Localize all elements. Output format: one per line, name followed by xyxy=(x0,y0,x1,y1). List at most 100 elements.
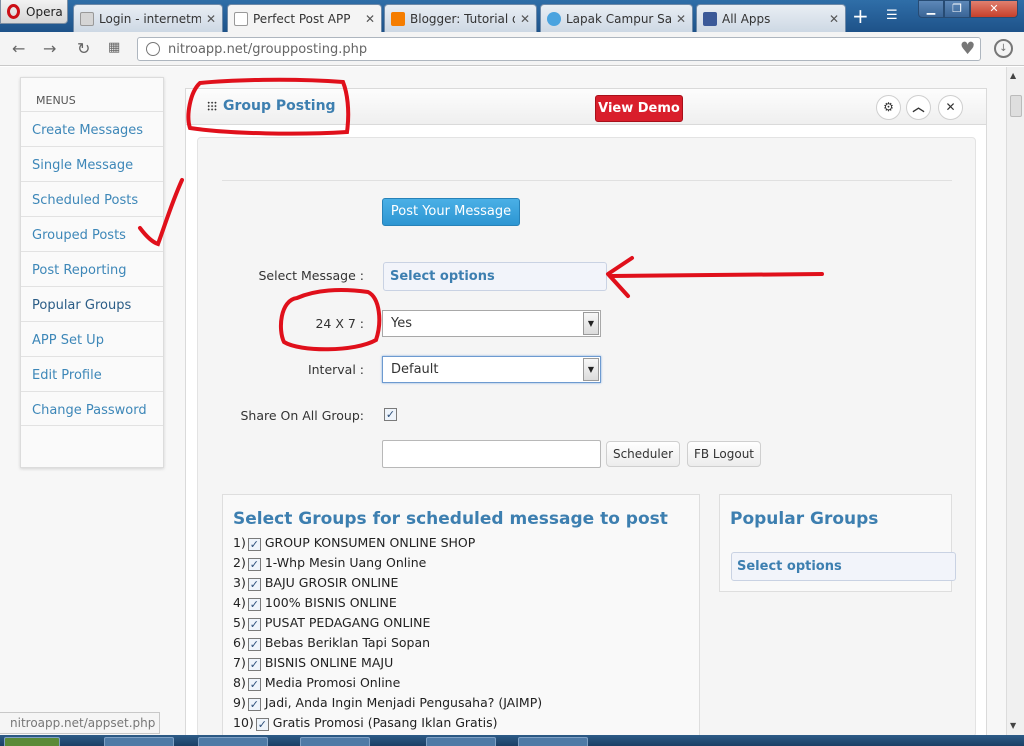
scroll-up-icon[interactable]: ▲ xyxy=(1010,71,1016,80)
group-name: 100% BISNIS ONLINE xyxy=(264,595,397,610)
post-your-message-button[interactable]: Post Your Message xyxy=(382,198,520,226)
taskbar-app[interactable] xyxy=(198,737,268,746)
schedule-24x7-label: 24 X 7 : xyxy=(315,316,364,331)
group-name: BISNIS ONLINE MAJU xyxy=(264,655,394,670)
share-all-checkbox[interactable]: ✓ xyxy=(384,408,397,421)
gear-icon[interactable]: ⚙ xyxy=(876,95,901,120)
address-bar: ← → ↻ ▦ nitroapp.net/groupposting.php ♥ … xyxy=(0,32,1024,66)
group-checkbox[interactable]: ✓ xyxy=(247,678,261,691)
taskbar-app[interactable] xyxy=(300,737,370,746)
collapse-icon[interactable]: ︿ xyxy=(906,95,931,120)
window-controls: ▁ ❐ ✕ xyxy=(918,0,1018,18)
speed-dial-icon[interactable]: ▦ xyxy=(108,40,120,55)
taskbar-app[interactable] xyxy=(426,737,496,746)
scroll-thumb[interactable] xyxy=(1010,95,1022,117)
group-checkbox[interactable]: ✓ xyxy=(247,598,261,611)
schedule-24x7-value: Yes xyxy=(391,316,412,331)
group-number: 5) xyxy=(233,615,246,630)
taskbar-app[interactable] xyxy=(518,737,588,746)
download-icon[interactable]: ↓ xyxy=(994,39,1013,58)
group-checkbox[interactable]: ✓ xyxy=(255,718,269,731)
view-demo-button[interactable]: View Demo xyxy=(595,95,683,122)
opera-menu-button[interactable]: Opera xyxy=(0,0,68,24)
start-button[interactable] xyxy=(4,737,60,746)
close-tab-icon[interactable]: ✕ xyxy=(829,12,839,26)
close-tab-icon[interactable]: ✕ xyxy=(206,12,216,26)
sidebar-item-app-setup[interactable]: APP Set Up xyxy=(21,321,163,356)
opera-logo-icon xyxy=(7,4,20,19)
browser-tab[interactable]: Lapak Campur Sari ✕ xyxy=(540,4,693,32)
group-list-item[interactable]: 1) ✓ GROUP KONSUMEN ONLINE SHOP xyxy=(233,535,475,555)
group-list-item[interactable]: 10) ✓ Gratis Promosi (Pasang Iklan Gratis) xyxy=(233,715,497,735)
schedule-time-input[interactable] xyxy=(382,440,601,468)
group-checkbox[interactable]: ✓ xyxy=(247,618,261,631)
share-all-label: Share On All Group: xyxy=(240,408,364,423)
group-checkbox[interactable]: ✓ xyxy=(247,638,261,651)
page-scrollbar[interactable]: ▲ ▼ xyxy=(1006,67,1024,735)
page-icon xyxy=(80,11,94,26)
group-list-item[interactable]: 4) ✓ 100% BISNIS ONLINE xyxy=(233,595,397,615)
interval-value: Default xyxy=(391,362,439,377)
sidebar-item-grouped-posts[interactable]: Grouped Posts xyxy=(21,216,163,251)
interval-select[interactable]: Default ▼ xyxy=(382,356,601,383)
close-icon[interactable]: ✕ xyxy=(938,95,963,120)
browser-tab-active[interactable]: Perfect Post APP ✕ xyxy=(227,4,382,33)
group-list-item[interactable]: 9) ✓ Jadi, Anda Ingin Menjadi Pengusaha? (… xyxy=(233,695,542,715)
close-window-icon[interactable]: ✕ xyxy=(970,0,1018,18)
group-name: Media Promosi Online xyxy=(264,675,401,690)
group-list-item[interactable]: 2) ✓ 1-Whp Mesin Uang Online xyxy=(233,555,426,575)
globe-icon xyxy=(146,42,160,56)
group-list-item[interactable]: 8) ✓ Media Promosi Online xyxy=(233,675,400,695)
sidebar-item-single-message[interactable]: Single Message xyxy=(21,146,163,181)
page-icon xyxy=(234,12,248,26)
group-name: Jadi, Anda Ingin Menjadi Pengusaha? (JAI… xyxy=(264,695,543,710)
group-checkbox[interactable]: ✓ xyxy=(247,558,261,571)
group-checkbox[interactable]: ✓ xyxy=(247,578,261,591)
group-name: Bebas Beriklan Tapi Sopan xyxy=(264,635,431,650)
scroll-down-icon[interactable]: ▼ xyxy=(1010,721,1016,730)
group-list-item[interactable]: 5) ✓ PUSAT PEDAGANG ONLINE xyxy=(233,615,430,635)
browser-tab[interactable]: Login - internetmar ✕ xyxy=(73,4,223,32)
browser-tab[interactable]: Blogger: Tutorial da ✕ xyxy=(384,4,537,32)
group-number: 3) xyxy=(233,575,246,590)
taskbar-app[interactable] xyxy=(104,737,174,746)
group-checkbox[interactable]: ✓ xyxy=(247,698,261,711)
sidebar-item-popular-groups[interactable]: Popular Groups xyxy=(21,286,163,321)
close-tab-icon[interactable]: ✕ xyxy=(365,12,375,26)
group-list-item[interactable]: 6) ✓ Bebas Beriklan Tapi Sopan xyxy=(233,635,430,655)
scheduler-button[interactable]: Scheduler xyxy=(606,441,680,467)
browser-tabstrip: Opera Login - internetmar ✕ Perfect Post… xyxy=(0,0,1024,33)
sidebar-item-change-password[interactable]: Change Password xyxy=(21,391,163,426)
reload-icon[interactable]: ↻ xyxy=(77,39,90,58)
new-tab-icon[interactable]: + xyxy=(852,6,869,26)
sidebar-item-edit-profile[interactable]: Edit Profile xyxy=(21,356,163,391)
sidebar-item-scheduled-posts[interactable]: Scheduled Posts xyxy=(21,181,163,216)
close-tab-icon[interactable]: ✕ xyxy=(520,12,530,26)
browser-tab[interactable]: All Apps ✕ xyxy=(696,4,846,32)
schedule-24x7-select[interactable]: Yes ▼ xyxy=(382,310,601,337)
popular-groups-title: Popular Groups xyxy=(730,509,879,529)
back-icon[interactable]: ← xyxy=(12,39,25,58)
minimize-icon[interactable]: ▁ xyxy=(918,0,944,18)
chevron-down-icon: ▼ xyxy=(583,358,599,381)
url-field[interactable]: nitroapp.net/groupposting.php ♥ xyxy=(137,37,981,61)
tab-menu-icon[interactable]: ☰ xyxy=(886,8,898,23)
url-text: nitroapp.net/groupposting.php xyxy=(168,42,368,57)
sidebar-item-post-reporting[interactable]: Post Reporting xyxy=(21,251,163,286)
sidebar-item-create-messages[interactable]: Create Messages xyxy=(21,111,163,146)
group-checkbox[interactable]: ✓ xyxy=(247,658,261,671)
fb-logout-button[interactable]: FB Logout xyxy=(687,441,761,467)
groups-box-title: Select Groups for scheduled message to p… xyxy=(233,509,668,529)
group-checkbox[interactable]: ✓ xyxy=(247,538,261,551)
tab-title: Login - internetmar xyxy=(99,11,201,26)
select-message-dropdown[interactable]: Select options xyxy=(383,262,607,291)
heart-icon[interactable]: ♥ xyxy=(960,39,975,59)
popular-groups-dropdown[interactable]: Select options xyxy=(731,552,956,581)
group-list-item[interactable]: 3) ✓ BAJU GROSIR ONLINE xyxy=(233,575,398,595)
maximize-icon[interactable]: ❐ xyxy=(944,0,970,18)
group-list-item[interactable]: 7) ✓ BISNIS ONLINE MAJU xyxy=(233,655,393,675)
chevron-down-icon: ▼ xyxy=(583,312,599,335)
forward-icon[interactable]: → xyxy=(43,39,56,58)
opera-menu-label: Opera xyxy=(26,4,63,19)
close-tab-icon[interactable]: ✕ xyxy=(676,12,686,26)
